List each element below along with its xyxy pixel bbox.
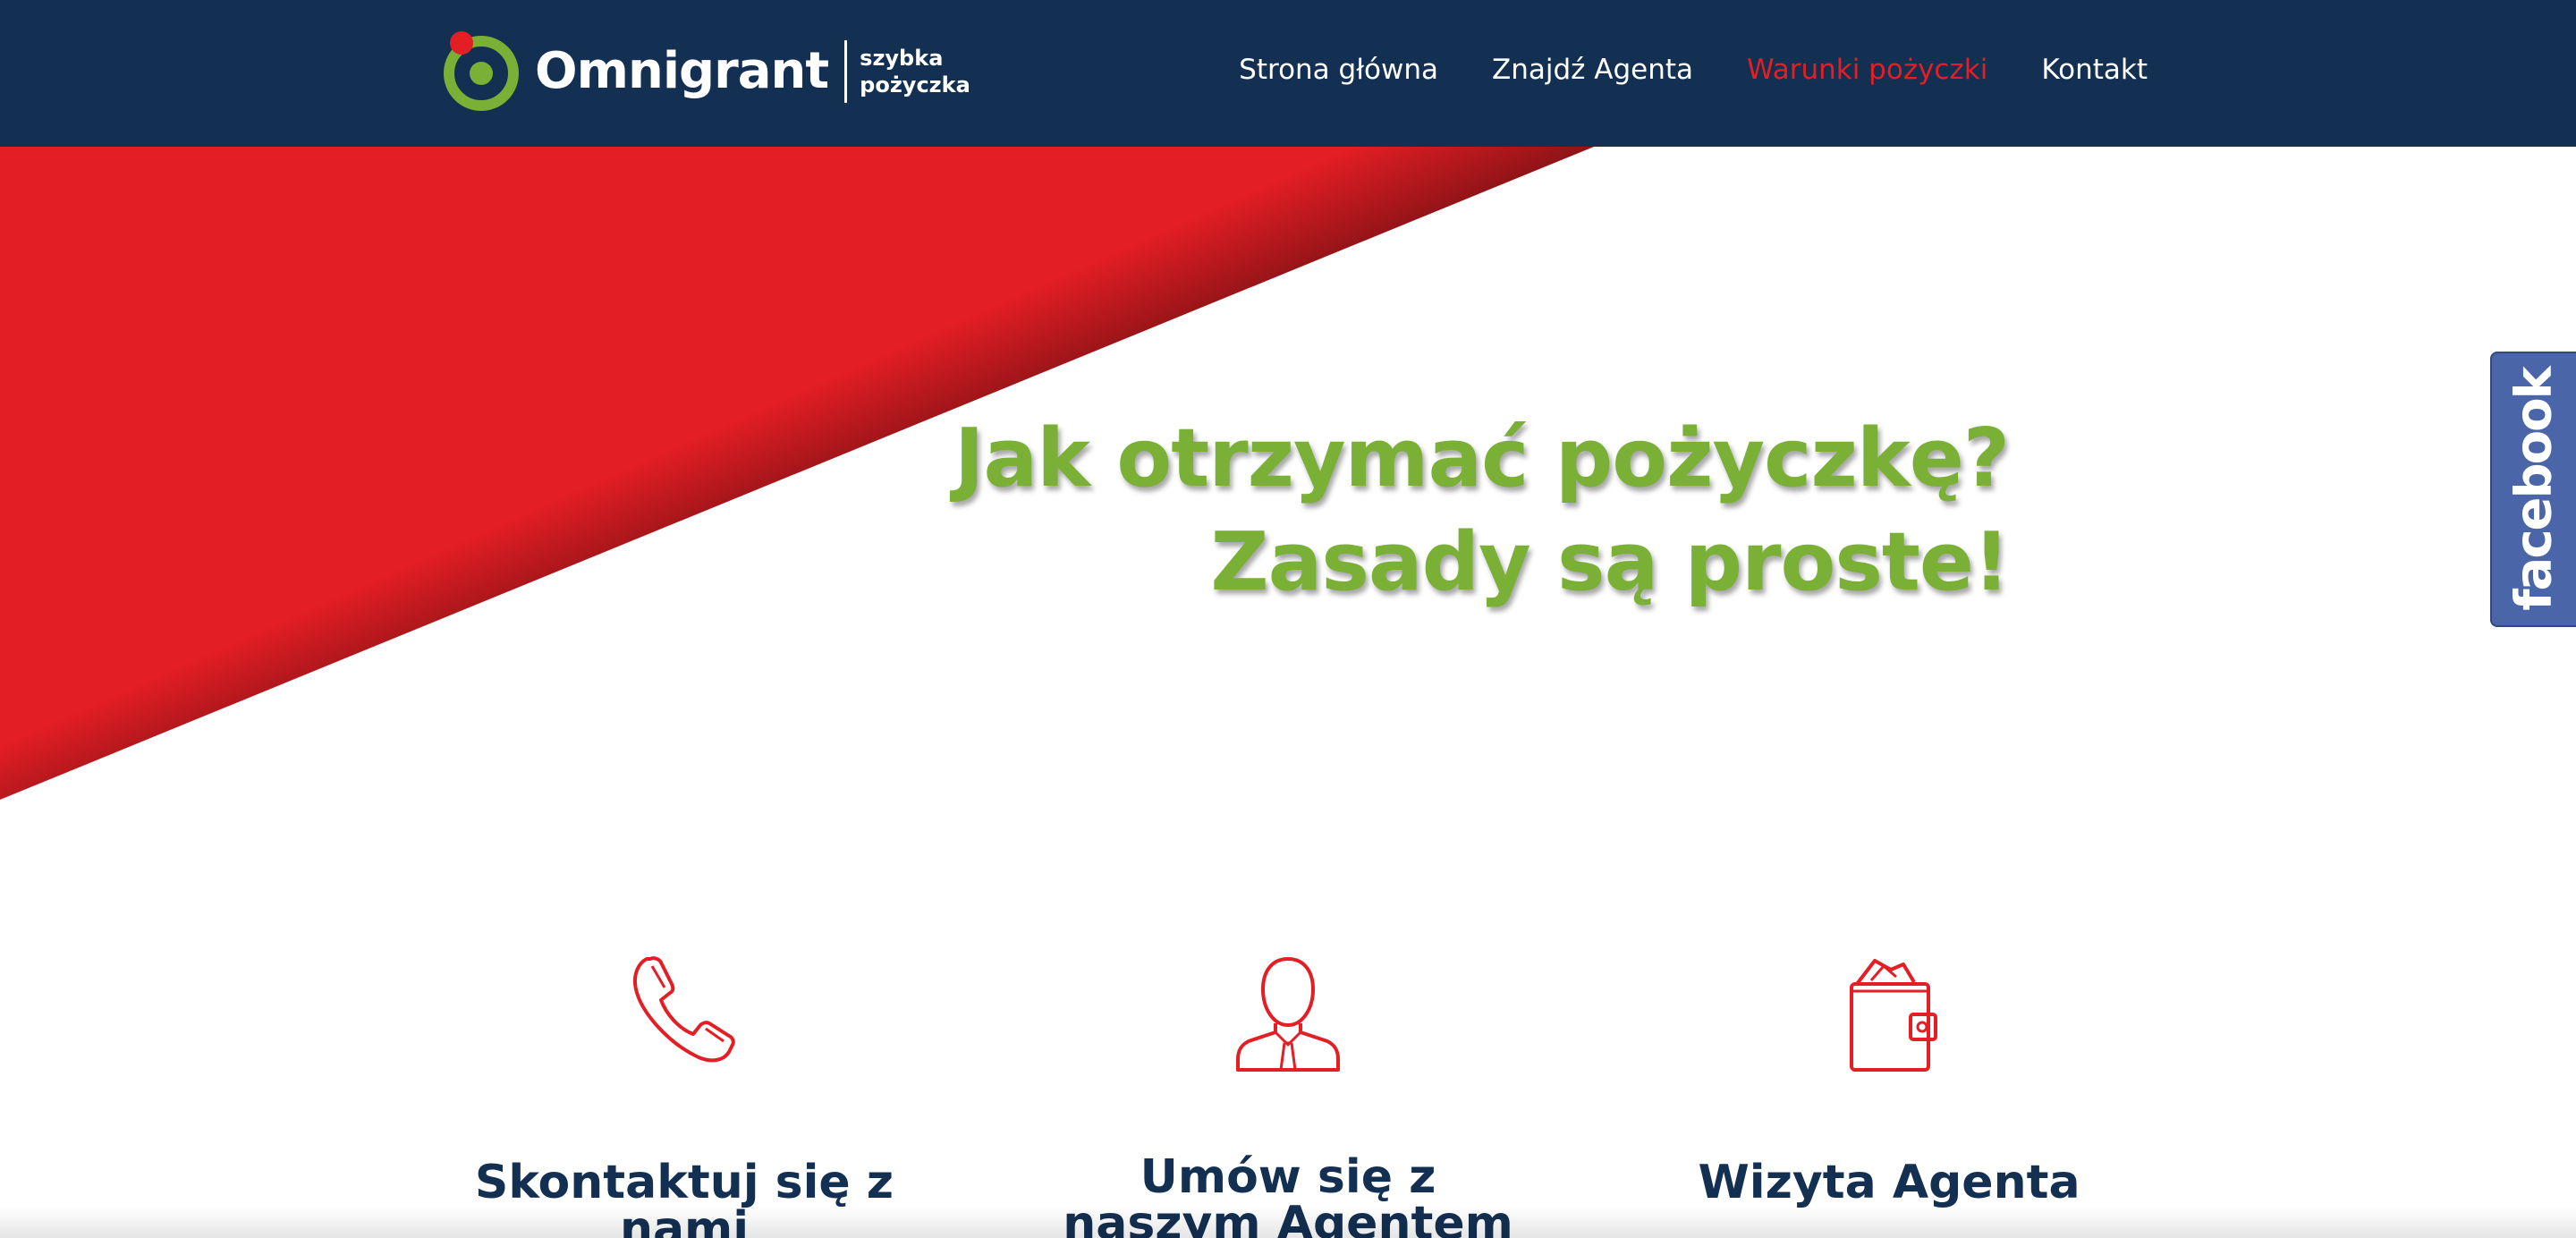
facebook-sidebar-tab[interactable]: facebook xyxy=(2490,352,2576,627)
hero-title-line2: Zasady są proste! xyxy=(1210,515,2010,609)
logo-divider xyxy=(844,40,848,103)
facebook-tab-label: facebook xyxy=(2504,368,2563,611)
omnigrant-logo[interactable]: Omnigrant szybka pożyczka xyxy=(440,27,970,116)
logo-wordmark: Omnigrant xyxy=(535,42,829,100)
agent-icon xyxy=(1236,956,1340,1072)
step-meeting: Umów się z naszym Agentem xyxy=(1055,895,1521,1238)
hero-title-line1: Jak otrzymać pożyczkę? xyxy=(953,411,2010,505)
phone-icon xyxy=(633,956,735,1063)
logo-tagline-line2: pożyczka xyxy=(860,72,970,98)
nav-link-loan-terms[interactable]: Warunki pożyczki xyxy=(1747,50,1987,89)
bottom-shadow xyxy=(0,1206,2576,1238)
step-contact: Skontaktuj się z nami xyxy=(452,895,917,1238)
logo-tagline-line1: szybka xyxy=(860,46,944,71)
steps-section: Skontaktuj się z nami Umów się z naszym … xyxy=(0,895,2576,1238)
nav-link-home[interactable]: Strona główna xyxy=(1239,50,1438,89)
page: Omnigrant szybka pożyczka Strona główna … xyxy=(0,0,2576,1238)
logo-ring-icon xyxy=(440,30,522,113)
step-visit: Wizyta Agenta xyxy=(1657,895,2122,1206)
main-nav: Strona główna Znajdź Agenta Warunki poży… xyxy=(1239,50,2148,89)
hero-title: Jak otrzymać pożyczkę? Zasady są proste! xyxy=(953,407,2010,615)
nav-link-contact[interactable]: Kontakt xyxy=(2041,50,2148,89)
site-header: Omnigrant szybka pożyczka Strona główna … xyxy=(0,0,2576,147)
wallet-icon xyxy=(1850,959,1937,1072)
logo-tagline: szybka pożyczka xyxy=(860,45,970,98)
nav-link-find-agent[interactable]: Znajdź Agenta xyxy=(1492,50,1693,89)
step-visit-title: Wizyta Agenta xyxy=(1698,1156,2080,1209)
